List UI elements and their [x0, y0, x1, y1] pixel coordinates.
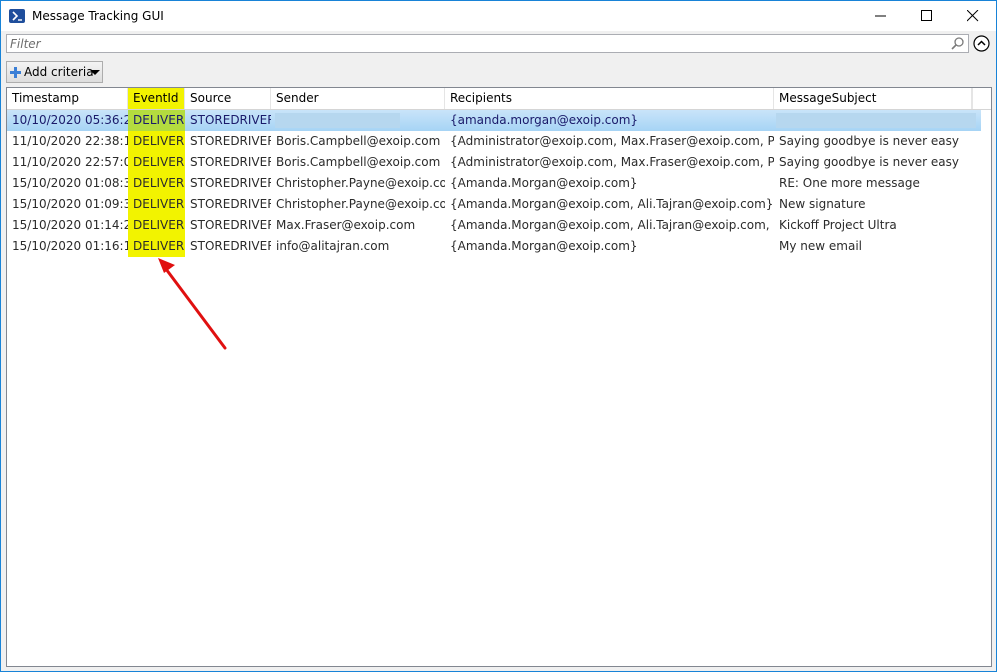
- cell-sender: Christopher.Payne@exoip.com: [276, 197, 445, 211]
- cell-source: STOREDRIVER: [190, 176, 271, 190]
- maximize-icon: [921, 10, 932, 21]
- table-row[interactable]: 11/10/2020 22:38:11 DELIVER STOREDRIVER …: [7, 131, 981, 152]
- cell-sender: Boris.Campbell@exoip.com: [276, 134, 441, 148]
- cell-eventid: DELIVER: [128, 110, 185, 131]
- cell-timestamp: 15/10/2020 01:14:28: [12, 218, 128, 232]
- window-title: Message Tracking GUI: [32, 9, 164, 23]
- app-window: Message Tracking GUI Add criteria Times: [0, 0, 997, 672]
- cell-timestamp: 15/10/2020 01:08:36: [12, 176, 128, 190]
- cell-recipients: {amanda.morgan@exoip.com}: [450, 113, 639, 127]
- column-header-sender[interactable]: Sender: [271, 88, 445, 109]
- cell-sender: Max.Fraser@exoip.com: [276, 218, 416, 232]
- annotation-arrow-icon: [158, 258, 227, 350]
- title-bar: Message Tracking GUI: [1, 1, 996, 31]
- cell-timestamp: 11/10/2020 22:57:05: [12, 155, 128, 169]
- cell-source: STOREDRIVER: [190, 155, 271, 169]
- cell-recipients: {Amanda.Morgan@exoip.com}: [450, 239, 638, 253]
- cell-source: STOREDRIVER: [190, 134, 271, 148]
- chevron-up-circle-icon[interactable]: [973, 35, 990, 52]
- cell-eventid: DELIVER: [128, 131, 185, 152]
- column-header-recipients[interactable]: Recipients: [445, 88, 774, 109]
- cell-subject: New signature: [779, 197, 866, 211]
- cell-recipients: {Administrator@exoip.com, Max.Fraser@exo…: [450, 134, 774, 148]
- maximize-button[interactable]: [904, 1, 950, 31]
- cell-recipients: {Amanda.Morgan@exoip.com, Ali.Tajran@exo…: [450, 218, 774, 232]
- cell-subject: Saying goodbye is never easy: [779, 155, 959, 169]
- cell-timestamp: 15/10/2020 01:16:16: [12, 239, 128, 253]
- cell-subject: Saying goodbye is never easy: [779, 134, 959, 148]
- caret-down-icon: [90, 70, 100, 75]
- minimize-icon: [875, 15, 886, 17]
- redacted-subject: [776, 113, 976, 128]
- table-row[interactable]: 15/10/2020 01:09:33 DELIVER STOREDRIVER …: [7, 194, 981, 215]
- powershell-icon: [9, 9, 25, 23]
- cell-eventid: DELIVER: [128, 173, 185, 194]
- cell-subject: RE: One more message: [779, 176, 920, 190]
- filter-box: [6, 34, 969, 53]
- cell-eventid: DELIVER: [128, 194, 185, 215]
- cell-timestamp: 15/10/2020 01:09:33: [12, 197, 128, 211]
- cell-recipients: {Amanda.Morgan@exoip.com, Ali.Tajran@exo…: [450, 197, 774, 211]
- close-icon: [967, 10, 979, 22]
- column-header-messagesubject[interactable]: MessageSubject: [774, 88, 972, 109]
- minimize-button[interactable]: [858, 1, 904, 31]
- cell-timestamp: 11/10/2020 22:38:11: [12, 134, 128, 148]
- cell-source: STOREDRIVER: [190, 113, 271, 127]
- close-button[interactable]: [950, 1, 996, 31]
- table-row[interactable]: 10/10/2020 05:36:29 DELIVER STOREDRIVER …: [7, 110, 981, 131]
- header-filler: [972, 88, 991, 109]
- filter-input[interactable]: [7, 35, 947, 52]
- add-criteria-label: Add criteria: [24, 65, 94, 79]
- message-grid: Timestamp EventId Source Sender Recipien…: [6, 87, 992, 667]
- cell-eventid: DELIVER: [128, 152, 185, 173]
- column-header-timestamp[interactable]: Timestamp: [7, 88, 128, 109]
- cell-source: STOREDRIVER: [190, 218, 271, 232]
- table-row[interactable]: 11/10/2020 22:57:05 DELIVER STOREDRIVER …: [7, 152, 981, 173]
- column-header-source[interactable]: Source: [185, 88, 271, 109]
- cell-eventid: DELIVER: [128, 215, 185, 236]
- cell-timestamp: 10/10/2020 05:36:29: [12, 113, 128, 127]
- table-row[interactable]: 15/10/2020 01:08:36 DELIVER STOREDRIVER …: [7, 173, 981, 194]
- search-icon[interactable]: [950, 36, 965, 51]
- column-header-eventid[interactable]: EventId: [128, 88, 185, 109]
- cell-sender: info@alitajran.com: [276, 239, 390, 253]
- cell-recipients: {Administrator@exoip.com, Max.Fraser@exo…: [450, 155, 774, 169]
- add-criteria-button[interactable]: Add criteria: [6, 61, 103, 83]
- cell-sender: Boris.Campbell@exoip.com: [276, 155, 441, 169]
- table-row[interactable]: 15/10/2020 01:14:28 DELIVER STOREDRIVER …: [7, 215, 981, 236]
- grid-header: Timestamp EventId Source Sender Recipien…: [7, 88, 991, 110]
- plus-icon: [10, 67, 21, 78]
- redacted-sender: [275, 113, 400, 128]
- cell-source: STOREDRIVER: [190, 197, 271, 211]
- cell-subject: My new email: [779, 239, 862, 253]
- cell-recipients: {Amanda.Morgan@exoip.com}: [450, 176, 638, 190]
- cell-subject: Kickoff Project Ultra: [779, 218, 897, 232]
- cell-sender: Christopher.Payne@exoip.com: [276, 176, 445, 190]
